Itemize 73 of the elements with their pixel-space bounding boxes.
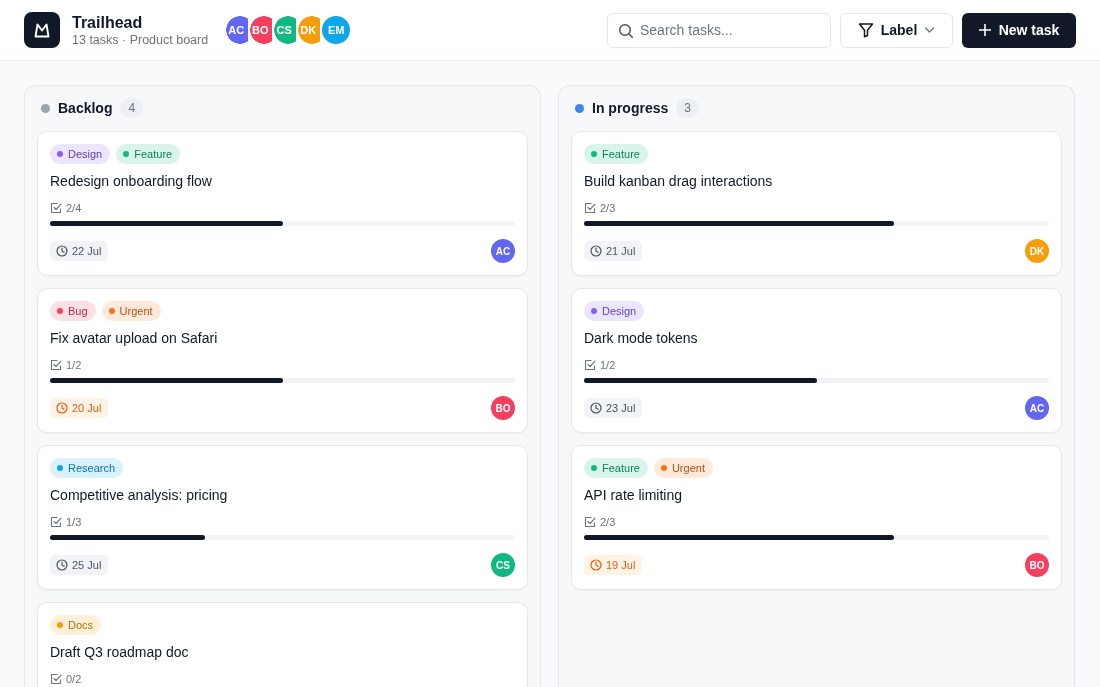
task-count: 3 bbox=[676, 98, 699, 118]
assignee-avatar[interactable]: CS bbox=[491, 553, 515, 577]
board-subtitle: 13 tasks · Product board bbox=[72, 31, 209, 48]
clock-icon bbox=[590, 402, 602, 414]
column-title: Backlog bbox=[58, 98, 113, 118]
tag-text: Urgent bbox=[119, 303, 153, 319]
assignee-avatar[interactable]: BO bbox=[1025, 553, 1049, 577]
task-card[interactable]: Bug Urgent Fix avatar upload on Safari 1/2 20 Jul BO bbox=[37, 288, 528, 433]
task-title: Draft Q3 roadmap doc bbox=[50, 643, 190, 662]
task-title: API rate limiting bbox=[584, 486, 684, 505]
task-card[interactable]: Design Feature Redesign onboarding flow 2/4 22 Jul AC bbox=[37, 131, 528, 276]
member-avatar[interactable]: BO bbox=[248, 14, 273, 46]
app-title: Trailhead bbox=[72, 12, 144, 32]
due-date-text: 20 Jul bbox=[72, 400, 102, 416]
search-icon bbox=[618, 22, 633, 38]
clock-icon bbox=[56, 559, 68, 571]
assignee-avatar[interactable]: AC bbox=[1025, 396, 1049, 420]
task-title: Dark mode tokens bbox=[584, 329, 699, 348]
clock-icon bbox=[590, 559, 602, 571]
task-title: Redesign onboarding flow bbox=[50, 172, 213, 191]
tag-text: Urgent bbox=[671, 460, 705, 476]
task-card[interactable]: Feature Urgent API rate limiting 2/3 19 Jul BO bbox=[571, 445, 1062, 590]
assignee-avatar[interactable]: BO bbox=[491, 396, 515, 420]
clock-icon bbox=[590, 245, 602, 257]
checklist-icon bbox=[50, 202, 62, 214]
due-date-text: 21 Jul bbox=[606, 243, 636, 259]
column-title: In progress bbox=[592, 98, 669, 118]
clock-icon bbox=[56, 245, 68, 257]
due-date-text: 25 Jul bbox=[72, 557, 102, 573]
member-avatar[interactable]: EM bbox=[320, 14, 353, 46]
task-card[interactable]: Feature Build kanban drag interactions 2/3 21 Jul DK bbox=[571, 131, 1062, 276]
tag-text: Bug bbox=[68, 303, 88, 319]
checklist-count: 1/3 bbox=[66, 515, 82, 529]
tag-text: Feature bbox=[134, 146, 173, 162]
plus-icon bbox=[978, 24, 991, 36]
checklist-icon bbox=[50, 673, 62, 685]
task-card[interactable]: Research Competitive analysis: pricing 1/3 25 Jul CS bbox=[37, 445, 528, 590]
tag-text: Feature bbox=[602, 460, 640, 476]
checklist-count: 1/2 bbox=[600, 358, 616, 372]
filter-icon bbox=[857, 22, 874, 38]
member-avatar[interactable]: CS bbox=[272, 14, 297, 46]
task-card[interactable]: Docs Draft Q3 roadmap doc 0/2 bbox=[37, 602, 528, 687]
member-avatar[interactable]: AC bbox=[224, 14, 249, 46]
task-title: Competitive analysis: pricing bbox=[50, 486, 229, 505]
checklist-count: 2/4 bbox=[66, 201, 82, 215]
due-date-text: 19 Jul bbox=[606, 557, 636, 573]
due-date-text: 22 Jul bbox=[72, 243, 102, 259]
search-field[interactable]: Search tasks... bbox=[607, 12, 831, 48]
logo-icon bbox=[24, 12, 60, 48]
tag-text: Design bbox=[68, 146, 103, 162]
checklist-icon bbox=[584, 202, 596, 214]
tag-text: Design bbox=[602, 303, 637, 319]
checklist-count: 2/3 bbox=[600, 201, 616, 215]
caret-icon bbox=[924, 27, 936, 33]
tag-text: Docs bbox=[68, 617, 94, 633]
task-title: Build kanban drag interactions bbox=[584, 172, 774, 191]
checklist-icon bbox=[50, 359, 62, 371]
checklist-icon bbox=[584, 359, 596, 371]
task-card[interactable]: Design Dark mode tokens 1/2 23 Jul AC bbox=[571, 288, 1062, 433]
tag-text: Feature bbox=[602, 146, 640, 162]
task-title: Fix avatar upload on Safari bbox=[50, 329, 219, 348]
checklist-count: 1/2 bbox=[66, 358, 82, 372]
checklist-icon bbox=[50, 516, 62, 528]
checklist-count: 0/2 bbox=[66, 672, 82, 686]
checklist-icon bbox=[584, 516, 596, 528]
task-count: 4 bbox=[120, 98, 144, 118]
assignee-avatar[interactable]: AC bbox=[491, 239, 515, 263]
due-date-text: 23 Jul bbox=[606, 400, 636, 416]
label-filter-button[interactable]: Label bbox=[840, 12, 953, 48]
clock-icon bbox=[56, 402, 68, 414]
tag-text: Research bbox=[68, 460, 116, 476]
checklist-count: 2/3 bbox=[600, 515, 616, 529]
new-task-button[interactable]: New task bbox=[962, 12, 1076, 48]
